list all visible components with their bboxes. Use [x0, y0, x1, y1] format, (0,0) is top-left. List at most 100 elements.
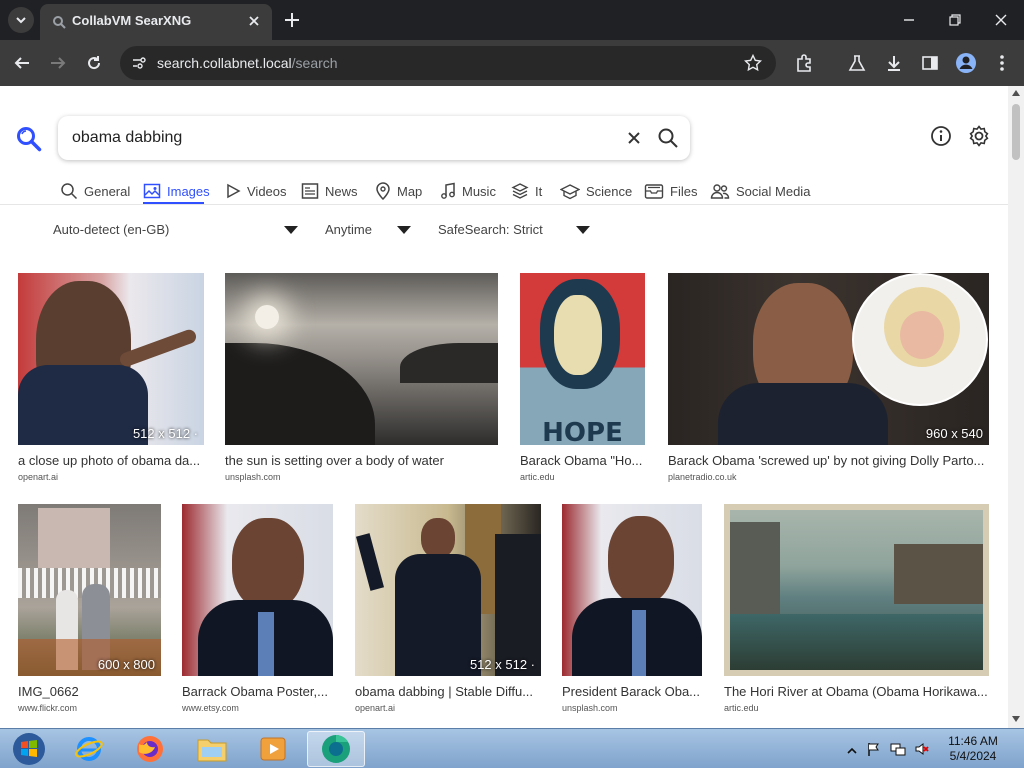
newspaper-icon: [301, 183, 319, 199]
inset-portrait: [852, 273, 988, 406]
browser-tab[interactable]: CollabVM SearXNG: [40, 4, 272, 40]
address-bar[interactable]: search.collabnet.local/search: [120, 46, 776, 80]
image-result[interactable]: the sun is setting over a body of water …: [225, 273, 498, 485]
image-result[interactable]: 512 x 512 · a close up photo of obama da…: [18, 273, 204, 485]
tab-close-icon[interactable]: [246, 13, 262, 29]
result-thumbnail[interactable]: [225, 273, 498, 445]
search-submit-icon[interactable]: [657, 127, 679, 149]
taskbar-internet-explorer[interactable]: [60, 731, 118, 767]
site-settings-icon[interactable]: [131, 55, 147, 71]
person-shape: [232, 518, 304, 610]
gear-icon[interactable]: [967, 124, 991, 148]
safesearch-select[interactable]: SafeSearch: Strict: [438, 222, 543, 242]
volume-muted-icon[interactable]: [914, 741, 930, 757]
result-title[interactable]: a close up photo of obama da...: [18, 453, 204, 468]
search-input[interactable]: obama dabbing: [72, 129, 182, 147]
tab-label: Map: [397, 183, 423, 199]
language-dropdown-arrow-icon[interactable]: [284, 226, 298, 234]
result-title[interactable]: Barack Obama "Ho...: [520, 453, 645, 468]
play-icon: [227, 183, 241, 199]
maximize-button[interactable]: [943, 8, 967, 32]
tab-images[interactable]: Images: [143, 178, 210, 204]
image-result[interactable]: 600 x 800 IMG_0662 www.flickr.com: [18, 504, 161, 716]
taskbar-firefox[interactable]: [121, 731, 179, 767]
result-title[interactable]: The Hori River at Obama (Obama Horikawa.…: [724, 684, 989, 699]
image-result[interactable]: Barrack Obama Poster,... www.etsy.com: [182, 504, 333, 716]
image-result[interactable]: 512 x 512 · obama dabbing | Stable Diffu…: [355, 504, 541, 716]
result-title[interactable]: President Barack Oba...: [562, 684, 702, 699]
network-icon[interactable]: [890, 741, 906, 757]
tab-music[interactable]: Music: [440, 178, 496, 204]
result-source: www.etsy.com: [182, 703, 239, 713]
result-thumbnail[interactable]: [562, 504, 702, 676]
tab-files[interactable]: Files: [644, 178, 697, 204]
minimize-button[interactable]: [897, 8, 921, 32]
result-title[interactable]: Barack Obama 'screwed up' by not giving …: [668, 453, 989, 468]
avatar-icon: [956, 53, 976, 73]
tab-map[interactable]: Map: [375, 178, 422, 204]
result-thumbnail[interactable]: 600 x 800: [18, 504, 161, 676]
time-dropdown-arrow-icon[interactable]: [397, 226, 411, 234]
side-panel-button[interactable]: [918, 51, 942, 75]
url-path: /search: [291, 55, 338, 71]
suit-shape: [718, 383, 888, 445]
result-title[interactable]: IMG_0662: [18, 684, 161, 699]
close-window-button[interactable]: [989, 8, 1013, 32]
clear-search-icon[interactable]: [624, 128, 644, 148]
profile-button[interactable]: [954, 51, 978, 75]
page-scrollbar[interactable]: [1008, 86, 1024, 728]
system-clock[interactable]: 11:46 AM 5/4/2024: [938, 734, 1008, 764]
tab-general[interactable]: General: [60, 178, 130, 204]
start-button[interactable]: [0, 731, 58, 767]
image-result[interactable]: HOPE Barack Obama "Ho... artic.edu: [520, 273, 645, 485]
result-thumbnail[interactable]: [724, 504, 989, 676]
language-select[interactable]: Auto-detect (en-GB): [53, 222, 169, 242]
bookmark-star-icon[interactable]: [744, 54, 762, 72]
tab-news[interactable]: News: [301, 178, 358, 204]
tab-it[interactable]: It: [511, 178, 542, 204]
school-icon: [560, 184, 580, 200]
result-thumbnail[interactable]: 512 x 512 ·: [18, 273, 204, 445]
labs-button[interactable]: [845, 51, 869, 75]
firefox-icon: [137, 736, 163, 762]
scroll-down-arrow-icon[interactable]: [1012, 716, 1020, 722]
action-center-flag-icon[interactable]: [866, 741, 882, 757]
result-source: artic.edu: [724, 703, 759, 713]
tab-label: Images: [167, 183, 210, 199]
extensions-button[interactable]: [792, 51, 816, 75]
taskbar-chrome-active[interactable]: [307, 731, 365, 767]
back-button[interactable]: [10, 51, 34, 75]
result-thumbnail[interactable]: 960 x 540: [668, 273, 989, 445]
time-range-select[interactable]: Anytime: [325, 222, 372, 242]
image-result[interactable]: The Hori River at Obama (Obama Horikawa.…: [724, 504, 989, 716]
safesearch-dropdown-arrow-icon[interactable]: [576, 226, 590, 234]
reload-button[interactable]: [82, 51, 106, 75]
info-icon[interactable]: [929, 124, 953, 148]
result-source: planetradio.co.uk: [668, 472, 737, 482]
result-title[interactable]: obama dabbing | Stable Diffu...: [355, 684, 541, 699]
result-source: unsplash.com: [562, 703, 618, 713]
browser-menu-button[interactable]: [990, 51, 1014, 75]
result-thumbnail[interactable]: HOPE: [520, 273, 645, 445]
downloads-button[interactable]: [882, 51, 906, 75]
show-hidden-icons-arrow-icon[interactable]: [844, 743, 860, 759]
result-thumbnail[interactable]: 512 x 512 ·: [355, 504, 541, 676]
forward-button[interactable]: [46, 51, 70, 75]
result-thumbnail[interactable]: [182, 504, 333, 676]
tab-science[interactable]: Science: [560, 178, 632, 204]
image-result[interactable]: President Barack Oba... unsplash.com: [562, 504, 702, 716]
new-tab-plus-icon[interactable]: [283, 11, 301, 29]
taskbar-media-player[interactable]: [244, 731, 302, 767]
scrollbar-thumb[interactable]: [1012, 104, 1020, 160]
searxng-logo-icon[interactable]: [16, 126, 42, 152]
search-box[interactable]: obama dabbing: [58, 116, 690, 160]
result-title[interactable]: the sun is setting over a body of water: [225, 453, 498, 468]
scroll-up-arrow-icon[interactable]: [1012, 90, 1020, 96]
second-person-shape: [495, 534, 541, 676]
image-result[interactable]: 960 x 540 Barack Obama 'screwed up' by n…: [668, 273, 989, 485]
tab-videos[interactable]: Videos: [225, 178, 287, 204]
tab-search-button[interactable]: [8, 7, 34, 33]
tab-social-media[interactable]: Social Media: [710, 178, 810, 204]
taskbar-file-explorer[interactable]: [183, 731, 241, 767]
result-title[interactable]: Barrack Obama Poster,...: [182, 684, 333, 699]
